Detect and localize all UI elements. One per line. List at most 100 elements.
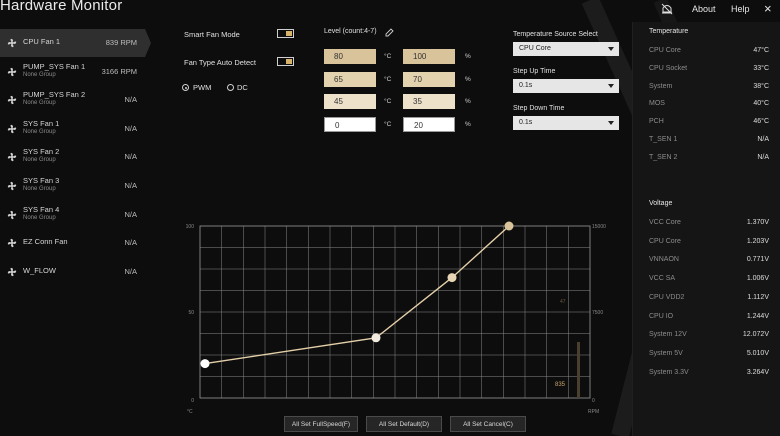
temp-sensor-value: 33°C [753, 64, 769, 72]
fan-item[interactable]: W_FLOW N/A [0, 258, 145, 286]
percent-unit: % [465, 75, 471, 83]
level-percent-input[interactable]: 20 [403, 116, 455, 132]
pencil-icon[interactable] [385, 28, 394, 37]
level-percent-input[interactable]: 70 [403, 71, 455, 87]
step-down-time-select[interactable]: 0.1s [513, 116, 619, 130]
voltage-sensor-label: System 5V [649, 349, 683, 357]
voltage-sensor-label: System 12V [649, 331, 687, 339]
fan-group: None Group [23, 214, 56, 221]
voltage-sensor-value: 1.370V [746, 219, 769, 226]
fan-item[interactable]: SYS Fan 1 None Group N/A [0, 115, 145, 143]
celsius-unit: °C [384, 53, 392, 60]
temp-sensor-label: CPU Core [649, 47, 681, 54]
fan-name: EZ Conn Fan [23, 237, 68, 247]
percent-unit: % [465, 53, 471, 60]
fan-speed: 3166 RPM [101, 66, 137, 76]
fan-item[interactable]: CPU Fan 1 839 RPM [0, 29, 151, 57]
x-unit-label: °C [187, 409, 193, 415]
step-up-time-value: 0.1s [519, 82, 533, 89]
fan-item[interactable]: EZ Conn Fan N/A [0, 229, 145, 257]
fan-icon [7, 124, 17, 133]
fan-group: None Group [23, 100, 56, 107]
y-tick-label-right: 0 [592, 398, 595, 404]
temp-sensor-label: MOS [649, 100, 665, 108]
y-tick-label-right: 7500 [592, 310, 603, 316]
celsius-unit: °C [384, 98, 392, 105]
dc-radio[interactable] [227, 84, 234, 91]
temp-source-label: Temperature Source Select [513, 31, 598, 38]
help-link[interactable]: Help [731, 4, 750, 14]
sensor-panel: Temperature CPU Core 47°C CPU Socket 33°C Sy… [632, 22, 780, 436]
close-button[interactable]: × [764, 1, 772, 16]
all-set-default-button[interactable]: All Set Default(D) [366, 416, 442, 432]
curve-point[interactable] [447, 273, 457, 283]
rpm-level-bar [577, 342, 580, 398]
temp-sensor-label: T_SEN 1 [649, 136, 678, 143]
level-temp-input[interactable]: 65 [324, 71, 376, 87]
level-temp-input[interactable]: 80 [324, 49, 376, 64]
fan-speed: N/A [124, 181, 137, 190]
fan-speed: N/A [124, 238, 137, 248]
chevron-down-icon [608, 121, 614, 125]
fan-group: None Group [23, 71, 56, 78]
fan-item[interactable]: SYS Fan 4 None Group N/A [0, 201, 145, 229]
temp-sensor-label: PCH [649, 118, 664, 126]
fan-icon [7, 267, 17, 276]
fan-item[interactable]: PUMP_SYS Fan 1 None Group 3166 RPM [0, 58, 145, 86]
voltage-sensor-value: 1.112V [747, 293, 769, 301]
y-tick-label: 50 [188, 310, 194, 316]
current-temp-label: 47 [560, 299, 566, 305]
smart-fan-mode-toggle[interactable] [277, 29, 294, 38]
fan-icon [7, 181, 17, 191]
voltage-sensor-label: VCC SA [649, 275, 676, 283]
level-percent-input[interactable]: 35 [403, 94, 455, 109]
y-tick-label-right: 15000 [592, 224, 606, 230]
notification-off-icon[interactable] [660, 3, 674, 15]
fan-type-auto-detect-toggle[interactable] [277, 57, 294, 66]
voltage-title: Voltage [649, 200, 673, 207]
temp-source-select[interactable]: CPU Core [513, 42, 619, 56]
temp-source-value: CPU Core [519, 45, 551, 52]
percent-unit: % [465, 98, 471, 105]
fan-type-auto-detect-label: Fan Type Auto Detect [184, 58, 256, 67]
step-up-time-label: Step Up Time [513, 68, 556, 75]
fan-list: CPU Fan 1 839 RPM PUMP_SYS Fan 1 None Group… [0, 29, 151, 436]
fan-name: SYS Fan 4 [23, 204, 60, 214]
level-temp-input[interactable]: 0 [324, 116, 376, 132]
all-set-fullspeed-button[interactable]: All Set FullSpeed(F) [284, 416, 358, 432]
dc-label: DC [237, 83, 248, 92]
voltage-sensor-value: 5.010V [746, 349, 769, 357]
about-link[interactable]: About [692, 4, 716, 14]
voltage-sensor-label: CPU Core [649, 237, 681, 245]
fan-group: None Group [23, 157, 56, 164]
step-up-time-select[interactable]: 0.1s [513, 79, 619, 93]
voltage-sensor-label: System 3.3V [649, 368, 689, 376]
fan-speed: 839 RPM [105, 38, 137, 47]
fan-name: PUMP_SYS Fan 2 [23, 90, 86, 100]
fan-name: SYS Fan 1 [23, 118, 60, 128]
current-rpm-label: 835 [555, 382, 566, 388]
curve-point[interactable] [371, 333, 381, 343]
fan-item[interactable]: SYS Fan 3 None Group N/A [0, 172, 145, 200]
voltage-sensor-label: VNNAON [649, 256, 679, 264]
fan-curve-chart[interactable]: 100 50 0 15000 7500 0 °C RPM 835 47 [180, 218, 610, 418]
all-set-cancel-button[interactable]: All Set Cancel(C) [450, 416, 526, 432]
fan-name: PUMP_SYS Fan 1 [23, 61, 86, 71]
fan-icon [7, 210, 17, 219]
fan-item[interactable]: PUMP_SYS Fan 2 None Group N/A [0, 86, 145, 114]
level-percent-input[interactable]: 100 [403, 49, 455, 64]
step-down-time-value: 0.1s [519, 119, 533, 126]
y-tick-label: 100 [186, 224, 195, 230]
fan-item[interactable]: SYS Fan 2 None Group N/A [0, 143, 145, 171]
voltage-sensor-label: CPU IO [649, 312, 674, 320]
level-temp-input[interactable]: 45 [324, 94, 376, 109]
curve-point[interactable] [200, 359, 210, 369]
pwm-radio[interactable] [182, 84, 189, 91]
fan-speed: N/A [124, 266, 137, 276]
voltage-sensor-label: VCC Core [649, 219, 681, 226]
fan-group: None Group [23, 186, 56, 192]
fan-speed: N/A [124, 123, 137, 133]
voltage-sensor-value: 0.771V [746, 256, 769, 264]
curve-point[interactable] [504, 221, 514, 231]
fan-icon [7, 96, 17, 105]
